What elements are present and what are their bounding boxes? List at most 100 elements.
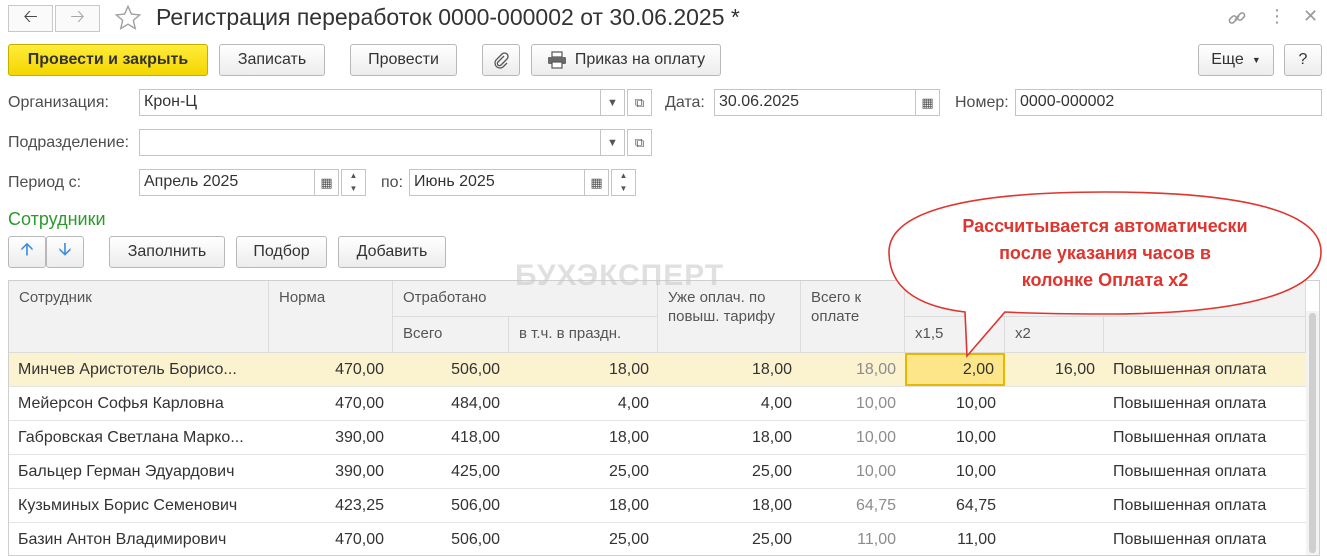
cell-employee[interactable]: Мейерсон Софья Карловна — [9, 387, 269, 420]
cell-x15[interactable]: 10,00 — [905, 387, 1005, 420]
cell-employee[interactable]: Габровская Светлана Марко... — [9, 421, 269, 454]
cell-worked-total[interactable]: 484,00 — [393, 387, 509, 420]
close-icon[interactable]: ✕ — [1303, 6, 1318, 27]
cell-total-to-pay[interactable]: 10,00 — [801, 421, 905, 454]
header-employee[interactable]: Сотрудник — [9, 281, 269, 353]
table-row[interactable]: Бальцер Герман Эдуардович 390,00 425,00 25,… — [9, 455, 1306, 489]
forward-button[interactable]: 🡢 — [55, 5, 100, 32]
org-open-button[interactable]: ⧉ — [627, 89, 652, 116]
cell-norm[interactable]: 470,00 — [269, 387, 393, 420]
cell-type[interactable]: Повышенная оплата — [1104, 421, 1306, 454]
cell-worked-holiday[interactable]: 25,00 — [509, 523, 658, 555]
spin-up-icon[interactable]: ▲ — [612, 170, 635, 182]
period-to-input[interactable]: Июнь 2025 — [409, 169, 585, 196]
cell-x15[interactable]: 10,00 — [905, 421, 1005, 454]
cell-already-paid[interactable]: 18,00 — [658, 353, 801, 386]
cell-worked-total[interactable]: 506,00 — [393, 353, 509, 386]
save-button[interactable]: Записать — [219, 44, 325, 76]
cell-worked-holiday[interactable]: 25,00 — [509, 455, 658, 488]
cell-type[interactable]: Повышенная оплата — [1104, 455, 1306, 488]
cell-already-paid[interactable]: 25,00 — [658, 523, 801, 555]
cell-already-paid[interactable]: 18,00 — [658, 421, 801, 454]
post-button[interactable]: Провести — [350, 44, 457, 76]
table-row[interactable]: Кузьминых Борис Семенович 423,25 506,00 18,… — [9, 489, 1306, 523]
table-row[interactable]: Габровская Светлана Марко... 390,00 418,00… — [9, 421, 1306, 455]
cell-worked-holiday[interactable]: 18,00 — [509, 489, 658, 522]
more-button[interactable]: Еще ▼ — [1198, 44, 1274, 76]
post-and-close-button[interactable]: Провести и закрыть — [8, 44, 208, 76]
cell-norm[interactable]: 470,00 — [269, 353, 393, 386]
period-to-calendar-button[interactable]: ▦ — [584, 169, 609, 196]
table-row[interactable]: Базин Антон Владимирович 470,00 506,00 25,0… — [9, 523, 1306, 555]
cell-total-to-pay[interactable]: 64,75 — [801, 489, 905, 522]
number-input[interactable]: 0000-000002 — [1015, 89, 1322, 116]
dept-open-button[interactable]: ⧉ — [627, 129, 652, 156]
cell-norm[interactable]: 423,25 — [269, 489, 393, 522]
dept-input[interactable] — [139, 129, 601, 156]
dept-dropdown-button[interactable]: ▼ — [600, 129, 625, 156]
period-from-input[interactable]: Апрель 2025 — [139, 169, 315, 196]
cell-worked-total[interactable]: 506,00 — [393, 489, 509, 522]
cell-x2[interactable] — [1005, 387, 1104, 420]
cell-employee[interactable]: Минчев Аристотель Борисо... — [9, 353, 269, 386]
paperclip-icon — [494, 52, 509, 69]
spin-down-icon[interactable]: ▼ — [612, 183, 635, 195]
cell-worked-total[interactable]: 425,00 — [393, 455, 509, 488]
period-from-calendar-button[interactable]: ▦ — [314, 169, 339, 196]
cell-worked-holiday[interactable]: 4,00 — [509, 387, 658, 420]
cell-total-to-pay[interactable]: 10,00 — [801, 387, 905, 420]
callout-text: Рассчитывается автоматически после указа… — [920, 213, 1290, 294]
header-worked-holiday[interactable]: в т.ч. в праздн. — [509, 317, 658, 353]
print-order-button[interactable]: Приказ на оплату — [531, 44, 721, 76]
cell-x15[interactable]: 10,00 — [905, 455, 1005, 488]
pick-button[interactable]: Подбор — [236, 236, 327, 268]
date-input[interactable]: 30.06.2025 — [714, 89, 916, 116]
cell-already-paid[interactable]: 18,00 — [658, 489, 801, 522]
link-button[interactable] — [1227, 8, 1247, 32]
favorite-star-button[interactable] — [114, 4, 142, 36]
date-calendar-button[interactable]: ▦ — [915, 89, 940, 116]
cell-employee[interactable]: Бальцер Герман Эдуардович — [9, 455, 269, 488]
spin-down-icon[interactable]: ▼ — [342, 183, 365, 195]
fill-button[interactable]: Заполнить — [109, 236, 225, 268]
cell-x2[interactable] — [1005, 421, 1104, 454]
org-input[interactable]: Крон-Ц — [139, 89, 601, 116]
move-up-button[interactable]: 🡩 — [8, 236, 46, 268]
cell-norm[interactable]: 470,00 — [269, 523, 393, 555]
period-to-spinner[interactable]: ▲ ▼ — [611, 169, 636, 196]
cell-type[interactable]: Повышенная оплата — [1104, 387, 1306, 420]
period-from-spinner[interactable]: ▲ ▼ — [341, 169, 366, 196]
header-norm[interactable]: Норма — [269, 281, 393, 353]
cell-total-to-pay[interactable]: 10,00 — [801, 455, 905, 488]
cell-type[interactable]: Повышенная оплата — [1104, 523, 1306, 555]
more-vertical-icon[interactable]: ⋮ — [1268, 6, 1286, 27]
org-label: Организация: — [8, 94, 109, 111]
cell-total-to-pay[interactable]: 11,00 — [801, 523, 905, 555]
calendar-icon: ▦ — [590, 174, 603, 190]
help-button[interactable]: ? — [1284, 44, 1322, 76]
cell-already-paid[interactable]: 4,00 — [658, 387, 801, 420]
cell-norm[interactable]: 390,00 — [269, 455, 393, 488]
cell-worked-holiday[interactable]: 18,00 — [509, 353, 658, 386]
cell-x2[interactable] — [1005, 489, 1104, 522]
cell-worked-total[interactable]: 418,00 — [393, 421, 509, 454]
cell-employee[interactable]: Базин Антон Владимирович — [9, 523, 269, 555]
cell-worked-total[interactable]: 506,00 — [393, 523, 509, 555]
table-row[interactable]: Мейерсон Софья Карловна 470,00 484,00 4,00 4… — [9, 387, 1306, 421]
cell-x15[interactable]: 64,75 — [905, 489, 1005, 522]
cell-norm[interactable]: 390,00 — [269, 421, 393, 454]
back-button[interactable]: 🡠 — [8, 5, 53, 32]
cell-x2[interactable] — [1005, 455, 1104, 488]
org-dropdown-button[interactable]: ▼ — [600, 89, 625, 116]
move-down-button[interactable]: 🡫 — [46, 236, 84, 268]
cell-already-paid[interactable]: 25,00 — [658, 455, 801, 488]
attach-button[interactable] — [482, 44, 520, 76]
header-worked-total[interactable]: Всего — [393, 317, 509, 353]
spin-up-icon[interactable]: ▲ — [342, 170, 365, 182]
cell-worked-holiday[interactable]: 18,00 — [509, 421, 658, 454]
cell-employee[interactable]: Кузьминых Борис Семенович — [9, 489, 269, 522]
cell-x2[interactable] — [1005, 523, 1104, 555]
add-button[interactable]: Добавить — [338, 236, 446, 268]
cell-type[interactable]: Повышенная оплата — [1104, 489, 1306, 522]
cell-x15[interactable]: 11,00 — [905, 523, 1005, 555]
